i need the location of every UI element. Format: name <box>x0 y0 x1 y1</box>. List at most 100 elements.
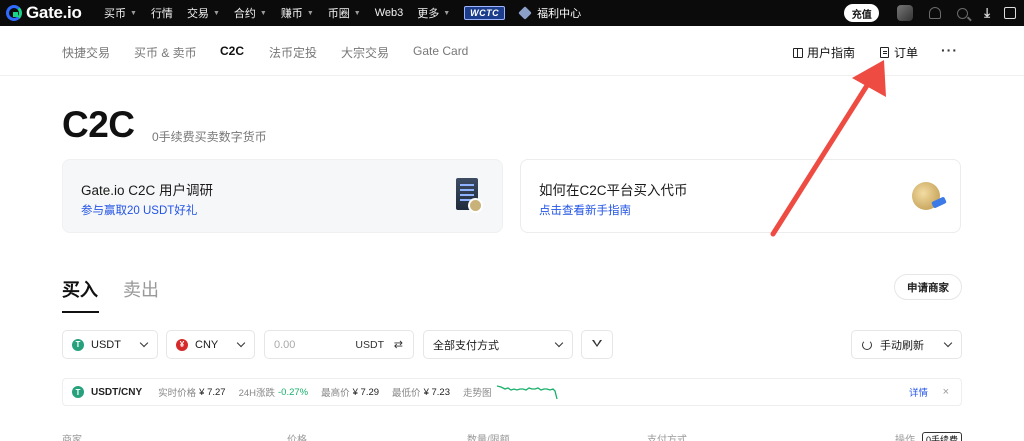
chevron-down-icon: ▼ <box>353 9 361 17</box>
nav-label: Web3 <box>374 7 404 19</box>
col-header-payment: 支付方式 <box>647 435 687 441</box>
amount-unit: USDT <box>355 338 384 351</box>
col-header-merchant: 商家 <box>62 435 82 441</box>
bell-icon[interactable] <box>929 7 942 19</box>
crypto-select[interactable]: T USDT <box>62 330 158 359</box>
coin-guide-icon <box>912 182 940 210</box>
zero-fee-badge: 0手续费 <box>922 432 963 441</box>
close-icon[interactable]: × <box>943 386 949 398</box>
chevron-down-icon <box>554 338 564 348</box>
card-title: Gate.io C2C 用户调研 <box>81 183 214 198</box>
nav-label: 币圈 <box>327 8 350 20</box>
col-header-price: 价格 <box>287 435 307 441</box>
cube-icon <box>518 6 532 20</box>
main-menu: 买币 ▼ 行情 交易 ▼ 合约 ▼ 赚币 ▼ 币圈 ▼ Web3 更多 ▼ WCTC 福利中… <box>104 0 581 26</box>
top-navbar: Gate.io 买币 ▼ 行情 交易 ▼ 合约 ▼ 赚币 ▼ 币圈 ▼ Web3 更多 ▼ … <box>0 0 1024 26</box>
active-tab-indicator <box>62 311 99 313</box>
nav-label: 行情 <box>150 8 173 20</box>
nav-label: 赚币 <box>280 8 303 20</box>
deposit-button[interactable]: 充值 <box>844 4 880 22</box>
payment-method-select[interactable]: 全部支付方式 <box>423 330 573 359</box>
user-guide-link[interactable]: 用户指南 <box>793 44 855 61</box>
document-icon <box>880 47 889 58</box>
detail-link[interactable]: 详情 <box>909 385 928 399</box>
search-icon[interactable] <box>957 7 969 19</box>
change-value: -0.27% <box>278 386 309 398</box>
nav-item-earn[interactable]: 赚币 ▼ <box>281 5 314 21</box>
tab-otc-block-trade[interactable]: 大宗交易 <box>341 44 389 61</box>
ticker-pair: USDT/CNY <box>91 386 143 398</box>
sub-navbar: 快捷交易 买币 & 卖币 C2C 法币定投 大宗交易 Gate Card 用户指… <box>0 26 1024 76</box>
nav-label: 买币 <box>104 8 126 20</box>
price-ticker: T USDT/CNY 实时价格 ¥ 7.27 24H涨跌 -0.27% 最高价 … <box>62 378 962 406</box>
page-subtitle: 0手续费买卖数字货币 <box>152 130 267 144</box>
gate-logo[interactable]: Gate.io <box>6 3 104 23</box>
nav-item-trade[interactable]: 交易 ▼ <box>187 5 220 21</box>
tab-c2c[interactable]: C2C <box>220 44 244 58</box>
settings-icon[interactable] <box>1004 7 1016 19</box>
high-label: 最高价 <box>321 388 350 399</box>
payment-value: 全部支付方式 <box>433 339 499 352</box>
low-label: 最低价 <box>392 388 421 399</box>
realtime-label: 实时价格 <box>158 388 197 399</box>
col-header-action: 操作 <box>895 435 915 441</box>
logo-text: Gate.io <box>26 3 82 22</box>
card-link[interactable]: 点击查看新手指南 <box>539 202 631 218</box>
user-guide-label: 用户指南 <box>807 46 856 60</box>
col-header-amount-limit: 数量/限额 <box>467 435 510 441</box>
nav-item-more[interactable]: 更多 ▼ <box>417 5 450 21</box>
survey-card[interactable]: Gate.io C2C 用户调研 参与赢取20 USDT好礼 <box>62 159 503 233</box>
refresh-select[interactable]: 手动刷新 <box>851 330 962 359</box>
tab-quick-trade[interactable]: 快捷交易 <box>62 44 110 61</box>
tab-recurring-buy[interactable]: 法币定投 <box>269 44 317 61</box>
avatar[interactable] <box>897 5 914 21</box>
refresh-value: 手动刷新 <box>880 339 924 352</box>
wctc-badge[interactable]: WCTC <box>464 6 506 20</box>
low-value: ¥ 7.23 <box>423 386 450 398</box>
nav-item-community[interactable]: 币圈 ▼ <box>328 5 361 21</box>
nav-item-web3[interactable]: Web3 <box>375 7 404 19</box>
tab-buy-sell[interactable]: 买币 & 卖币 <box>134 44 197 61</box>
chevron-down-icon: ▼ <box>130 9 137 17</box>
guide-card[interactable]: 如何在C2C平台买入代币 点击查看新手指南 <box>520 159 961 233</box>
chevron-down-icon: ▼ <box>443 9 451 17</box>
nav-item-buy-crypto[interactable]: 买币 ▼ <box>104 5 137 21</box>
tab-gate-card[interactable]: Gate Card <box>413 44 468 58</box>
change-label: 24H涨跌 <box>238 388 275 399</box>
download-icon[interactable]: ⤓ <box>984 5 990 21</box>
nav-item-futures[interactable]: 合约 ▼ <box>234 5 267 21</box>
chevron-down-icon: ▼ <box>306 9 314 17</box>
fiat-value: CNY <box>195 338 219 351</box>
tab-sell[interactable]: 卖出 <box>123 276 159 302</box>
orders-label: 订单 <box>894 46 919 60</box>
realtime-price: ¥ 7.27 <box>199 386 226 398</box>
chevron-down-icon <box>943 338 953 348</box>
refresh-icon <box>862 339 872 350</box>
gate-logo-icon <box>6 5 22 21</box>
fiat-select[interactable]: ¥ CNY <box>166 330 255 359</box>
nav-right-tools: 充值 ⤓ <box>844 0 1024 26</box>
tab-buy[interactable]: 买入 <box>62 276 98 302</box>
chevron-down-icon: ▼ <box>259 9 267 17</box>
book-icon <box>793 47 803 58</box>
trend-sparkline <box>496 385 558 400</box>
trend-label: 走势图 <box>462 388 492 399</box>
swap-icon[interactable]: ⇄ <box>394 338 403 351</box>
chevron-down-icon <box>236 338 246 348</box>
filter-button[interactable] <box>581 330 613 359</box>
nav-label: 交易 <box>186 8 209 20</box>
survey-clipboard-icon <box>456 178 483 213</box>
chevron-down-icon <box>139 338 149 348</box>
apply-merchant-button[interactable]: 申请商家 <box>894 274 962 300</box>
card-link[interactable]: 参与赢取20 USDT好礼 <box>81 202 197 218</box>
chevron-down-icon: ▼ <box>212 9 220 17</box>
cny-flag-icon: ¥ <box>176 338 188 351</box>
nav-item-markets[interactable]: 行情 <box>151 5 173 21</box>
more-options-icon[interactable]: ··· <box>941 42 958 58</box>
nav-label: 更多 <box>417 8 440 20</box>
usdt-coin-icon: T <box>72 386 84 398</box>
orders-link[interactable]: 订单 <box>880 44 918 61</box>
amount-input[interactable]: 0.00 USDT ⇄ <box>264 330 414 359</box>
welfare-center-link[interactable]: 福利中心 <box>518 5 581 21</box>
usdt-coin-icon: T <box>72 338 84 351</box>
